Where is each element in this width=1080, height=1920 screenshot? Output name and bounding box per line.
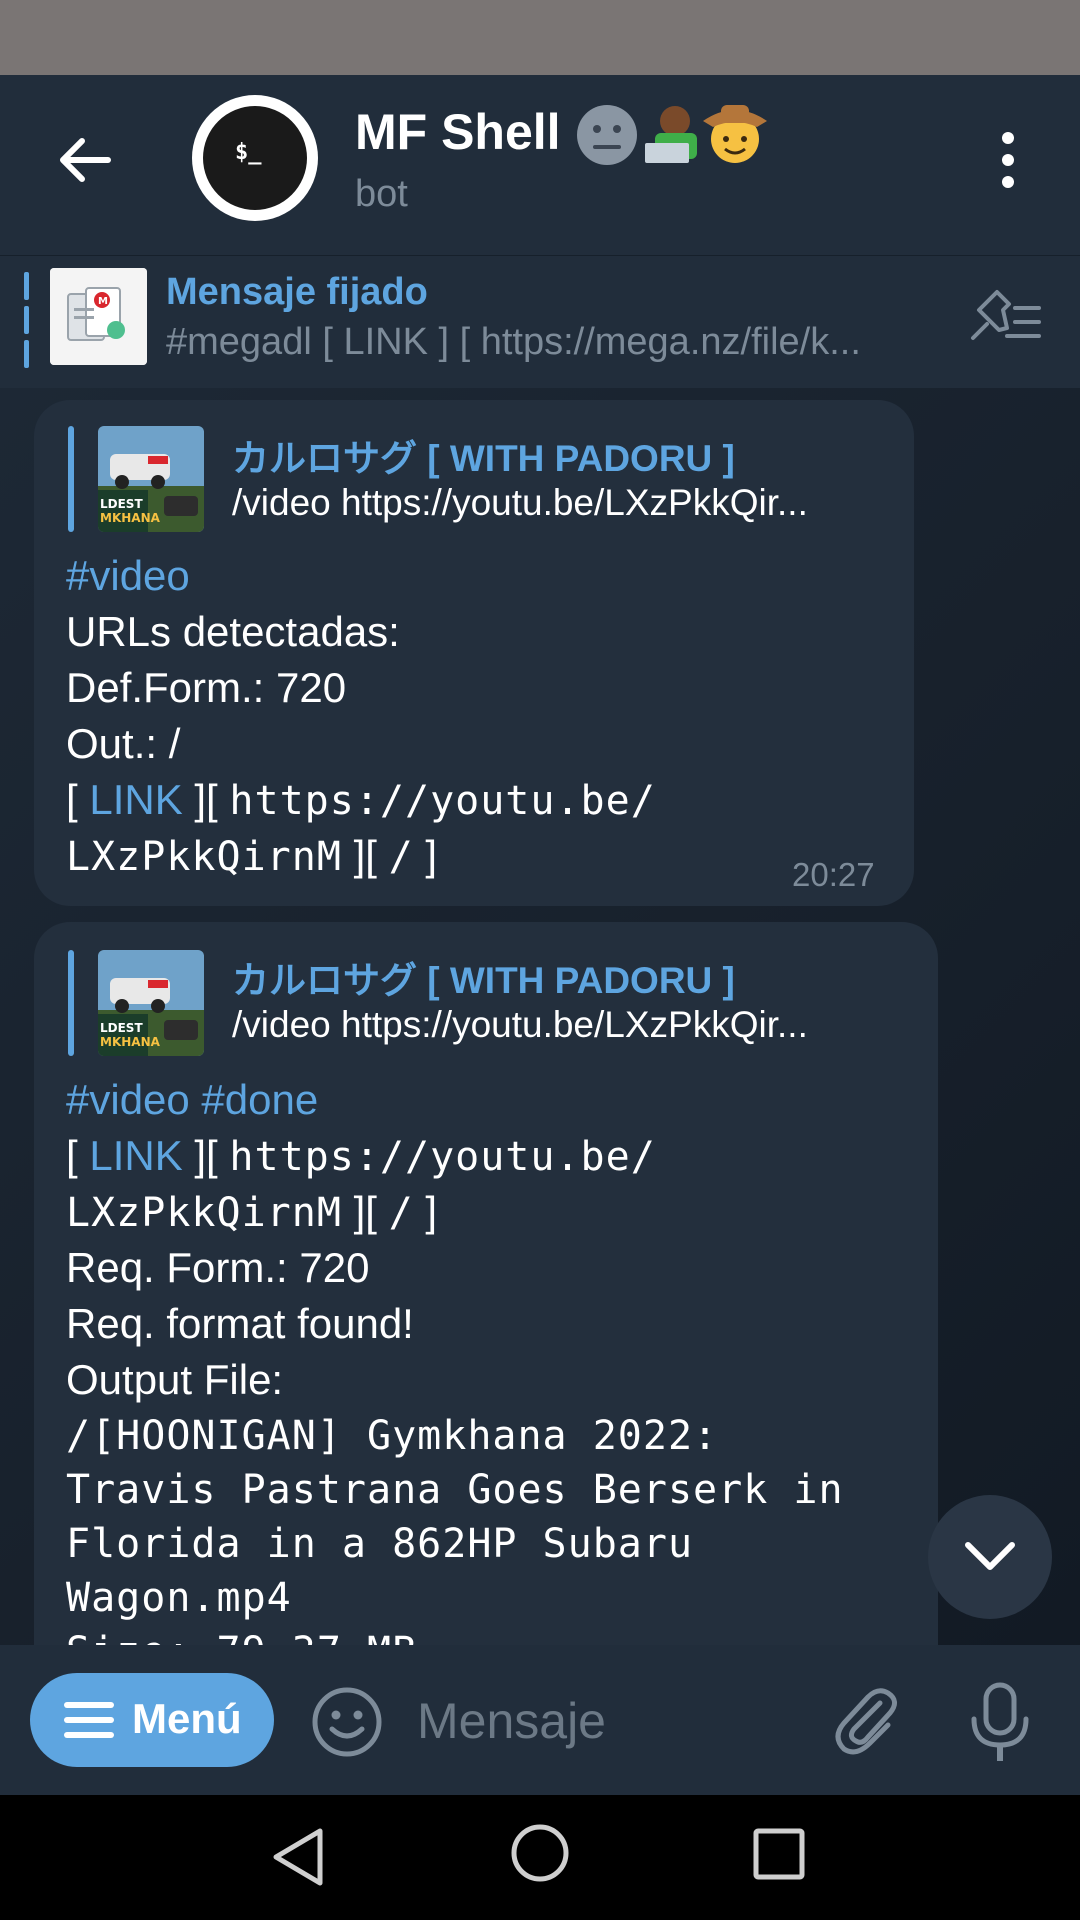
reply-sender: カルロサグ [ WITH PADORU ] (232, 438, 735, 479)
message-bubble[interactable]: LDEST MKHANA カルロサグ [ WITH PADORU ] /vide… (34, 400, 914, 906)
bot-menu-button[interactable]: Menú (30, 1673, 274, 1767)
pinned-indicator (24, 272, 29, 368)
message-line: Req. Form.: 720 (66, 1244, 370, 1291)
chat-subtitle: bot (355, 173, 408, 215)
status-bar (0, 0, 1080, 75)
message-time: 20:27 (792, 856, 875, 893)
emoji-icon[interactable] (310, 1685, 384, 1759)
file-name-line: /[HOONIGAN] Gymkhana 2022: (66, 1413, 719, 1459)
hashtag-line[interactable]: #video (66, 548, 190, 604)
emoji-status-icons (577, 105, 767, 165)
pinned-message-bar[interactable]: M Mensaje fijado #megadl [ LINK ] [ http… (0, 255, 1080, 388)
chat-title[interactable]: MF Shell (355, 103, 561, 161)
svg-text:MKHANA: MKHANA (100, 511, 161, 525)
pinned-text: #megadl [ LINK ] [ https://mega.nz/file/… (166, 321, 861, 363)
link-line-cont: LXzPkkQirnM ][ / ] (66, 1188, 438, 1236)
reply-text: /video https://youtu.be/LXzPkkQir... (232, 482, 808, 523)
message-line: Def.Form.: 720 (66, 664, 347, 711)
menu-icon (64, 1702, 114, 1738)
reply-text: /video https://youtu.be/LXzPkkQir... (232, 1004, 808, 1045)
svg-text:LDEST: LDEST (100, 1021, 143, 1035)
chat-header: $_ MF Shell bot (0, 75, 1080, 255)
terminal-icon: $_ (203, 106, 307, 210)
reply-thumbnail: LDEST MKHANA (98, 950, 204, 1056)
attach-icon[interactable] (828, 1683, 904, 1759)
back-arrow-icon[interactable] (50, 125, 120, 195)
pinned-title: Mensaje fijado (166, 271, 428, 313)
reply-thumbnail: LDEST MKHANA (98, 426, 204, 532)
bot-avatar[interactable]: $_ (192, 95, 318, 221)
scroll-down-button[interactable] (928, 1495, 1052, 1619)
chat-area[interactable]: LDEST MKHANA カルロサグ [ WITH PADORU ] /vide… (0, 388, 1080, 1645)
chevron-down-icon (965, 1542, 1015, 1570)
file-name-line: Wagon.mp4 (66, 1575, 292, 1621)
link-label[interactable]: LINK (89, 1132, 182, 1179)
file-name-line: Travis Pastrana Goes Berserk in (66, 1467, 844, 1513)
link-url[interactable]: https://youtu.be/ (229, 1134, 655, 1180)
link-url-cont[interactable]: LXzPkkQirnM (66, 834, 342, 880)
menu-label: Menú (132, 1695, 242, 1742)
reply-indicator (68, 950, 74, 1056)
link-line-cont: LXzPkkQirnM ][ / ] (66, 832, 438, 880)
reply-sender: カルロサグ [ WITH PADORU ] (232, 960, 735, 1001)
nav-home-icon[interactable] (510, 1823, 570, 1883)
system-navigation-bar (0, 1795, 1080, 1920)
file-name-line: Florida in a 862HP Subaru (66, 1521, 694, 1567)
nav-recents-icon[interactable] (752, 1827, 806, 1881)
pinned-thumbnail: M (50, 268, 147, 365)
link-url-cont[interactable]: LXzPkkQirnM (66, 1190, 342, 1236)
message-line: Req. format found! (66, 1300, 414, 1347)
message-input-bar: Menú (0, 1645, 1080, 1795)
link-url[interactable]: https://youtu.be/ (229, 778, 655, 824)
message-line: URLs detectadas: (66, 608, 400, 655)
svg-text:M: M (98, 296, 108, 307)
message-input[interactable] (415, 1685, 799, 1757)
link-path: / (388, 1190, 414, 1236)
link-line: [ LINK ][ https://youtu.be/ (66, 1132, 656, 1180)
microphone-icon[interactable] (968, 1681, 1032, 1765)
message-line: Out.: / (66, 720, 181, 767)
avatar-text: $_ (235, 140, 262, 165)
message-line: Output File: (66, 1356, 284, 1403)
link-label[interactable]: LINK (89, 776, 182, 823)
link-line: [ LINK ][ https://youtu.be/ (66, 776, 656, 824)
svg-text:LDEST: LDEST (100, 497, 143, 511)
more-vertical-icon[interactable] (990, 130, 1026, 190)
pin-list-icon[interactable] (965, 288, 1045, 352)
hashtag-line[interactable]: #video #done (66, 1072, 318, 1128)
reply-indicator (68, 426, 74, 532)
link-path: / (388, 834, 414, 880)
file-size-line: Size: 79.37 MB (66, 1624, 417, 1645)
message-bubble[interactable]: LDEST MKHANA カルロサグ [ WITH PADORU ] /vide… (34, 922, 938, 1645)
svg-text:MKHANA: MKHANA (100, 1035, 161, 1049)
nav-back-icon[interactable] (270, 1825, 326, 1889)
